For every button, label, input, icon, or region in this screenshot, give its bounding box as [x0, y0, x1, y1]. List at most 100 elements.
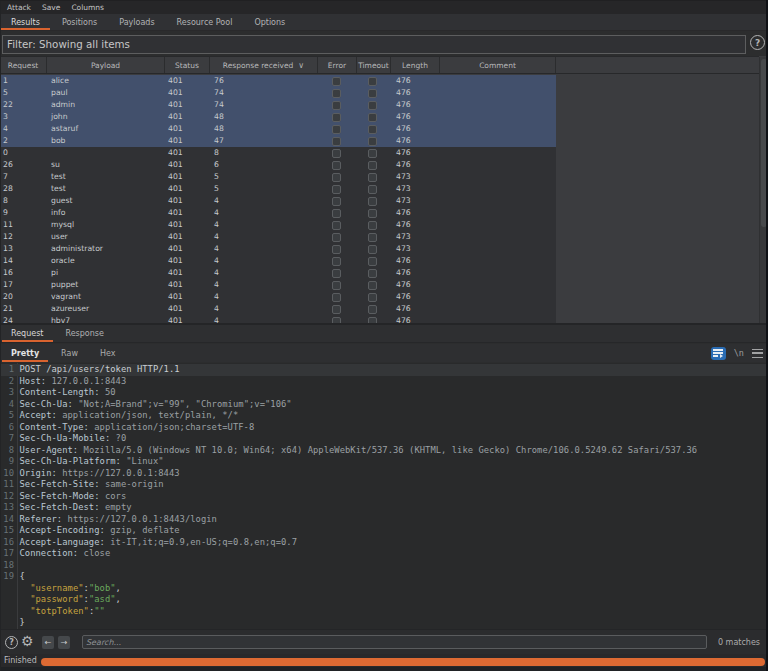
column-header-request[interactable]: Request: [0, 57, 47, 73]
filter-box[interactable]: Filter: Showing all items: [2, 35, 746, 54]
status-cell: 401: [168, 243, 183, 255]
search-help-icon[interactable]: ?: [5, 636, 18, 649]
timeout-checkbox[interactable]: [368, 209, 377, 218]
table-row[interactable]: 12user4014473: [0, 231, 556, 243]
timeout-checkbox[interactable]: [368, 101, 377, 110]
tab-response[interactable]: Response: [55, 325, 115, 342]
table-row[interactable]: 4astaruf40148476: [0, 123, 556, 135]
menu-columns[interactable]: Columns: [71, 3, 104, 12]
tab-request[interactable]: Request: [0, 325, 55, 342]
timeout-checkbox[interactable]: [368, 305, 377, 314]
payload-cell: admin: [51, 99, 75, 111]
next-match-button[interactable]: →: [58, 636, 70, 649]
table-row[interactable]: 22admin40174476: [0, 99, 556, 111]
tab-pretty[interactable]: Pretty: [0, 344, 50, 362]
column-header-length[interactable]: Length: [391, 57, 440, 73]
column-header-status[interactable]: Status: [165, 57, 210, 73]
timeout-checkbox[interactable]: [368, 137, 377, 146]
timeout-checkbox[interactable]: [368, 281, 377, 290]
error-checkbox[interactable]: [332, 101, 341, 110]
error-checkbox[interactable]: [332, 185, 341, 194]
error-checkbox[interactable]: [332, 173, 341, 182]
timeout-checkbox[interactable]: [368, 125, 377, 134]
timeout-checkbox[interactable]: [368, 197, 377, 206]
search-input[interactable]: Search...: [82, 635, 707, 649]
editor-menu-icon[interactable]: [752, 349, 763, 358]
error-checkbox[interactable]: [332, 89, 341, 98]
error-checkbox[interactable]: [332, 149, 341, 158]
menu-attack[interactable]: Attack: [7, 3, 31, 12]
table-row[interactable]: 20vagrant4014476: [0, 291, 556, 303]
column-header-timeout[interactable]: Timeout: [357, 57, 391, 73]
error-checkbox[interactable]: [332, 305, 341, 314]
error-checkbox[interactable]: [332, 161, 341, 170]
table-row[interactable]: 17puppet4014476: [0, 279, 556, 291]
error-checkbox[interactable]: [332, 77, 341, 86]
tab-options[interactable]: Options: [243, 14, 296, 30]
table-row[interactable]: 16pi4014476: [0, 267, 556, 279]
timeout-checkbox[interactable]: [368, 161, 377, 170]
timeout-checkbox[interactable]: [368, 257, 377, 266]
table-row[interactable]: 14oracle4014476: [0, 255, 556, 267]
timeout-checkbox[interactable]: [368, 113, 377, 122]
timeout-checkbox[interactable]: [368, 77, 377, 86]
status-cell: 401: [168, 75, 183, 87]
column-header-payload[interactable]: Payload: [47, 57, 165, 73]
previous-match-button[interactable]: ←: [42, 636, 54, 649]
column-header-error[interactable]: Error: [318, 57, 357, 73]
error-checkbox[interactable]: [332, 281, 341, 290]
line-number: 13: [0, 502, 14, 514]
timeout-checkbox[interactable]: [368, 293, 377, 302]
tab-resource-pool[interactable]: Resource Pool: [166, 14, 244, 30]
error-checkbox[interactable]: [332, 269, 341, 278]
column-header-response-received[interactable]: Response received∨: [210, 57, 318, 73]
error-checkbox[interactable]: [332, 113, 341, 122]
error-checkbox[interactable]: [332, 245, 341, 254]
token-name: Accept-Encoding:: [20, 525, 105, 535]
timeout-checkbox[interactable]: [368, 269, 377, 278]
table-row[interactable]: 9info4014476: [0, 207, 556, 219]
table-row[interactable]: 21azureuser4014476: [0, 303, 556, 315]
request-editor[interactable]: 1POST /api/users/token HTTP/1.12Host: 12…: [0, 363, 768, 629]
error-checkbox[interactable]: [332, 209, 341, 218]
menu-save[interactable]: Save: [42, 3, 60, 12]
table-row[interactable]: 3john40148476: [0, 111, 556, 123]
tab-positions[interactable]: Positions: [51, 14, 108, 30]
timeout-checkbox[interactable]: [368, 185, 377, 194]
filter-help-icon[interactable]: ?: [750, 35, 765, 50]
search-settings-icon[interactable]: ⚙: [21, 633, 34, 649]
tab-results[interactable]: Results: [0, 14, 51, 30]
error-checkbox[interactable]: [332, 233, 341, 242]
error-checkbox[interactable]: [332, 137, 341, 146]
timeout-checkbox[interactable]: [368, 245, 377, 254]
tab-hex[interactable]: Hex: [89, 344, 127, 362]
timeout-checkbox[interactable]: [368, 173, 377, 182]
table-row[interactable]: 2bob40147476: [0, 135, 556, 147]
table-row[interactable]: 26su4016476: [0, 159, 556, 171]
error-checkbox[interactable]: [332, 221, 341, 230]
show-newlines-icon[interactable]: \n: [734, 348, 744, 358]
error-checkbox[interactable]: [332, 125, 341, 134]
timeout-checkbox[interactable]: [368, 233, 377, 242]
table-row[interactable]: 04018476: [0, 147, 556, 159]
table-row[interactable]: 11mysql4014476: [0, 219, 556, 231]
response-received-cell: 48: [214, 111, 224, 123]
table-row[interactable]: 28test4015473: [0, 183, 556, 195]
table-row[interactable]: 13administrator4014473: [0, 243, 556, 255]
column-header-comment[interactable]: Comment: [440, 57, 556, 73]
timeout-checkbox[interactable]: [368, 221, 377, 230]
table-row[interactable]: 1alice40176476: [0, 75, 556, 87]
vertical-scrollbar[interactable]: [759, 57, 766, 323]
table-row[interactable]: 5paul40174476: [0, 87, 556, 99]
tab-raw[interactable]: Raw: [50, 344, 89, 362]
word-wrap-icon[interactable]: [711, 347, 726, 360]
error-checkbox[interactable]: [332, 197, 341, 206]
timeout-checkbox[interactable]: [368, 149, 377, 158]
tab-payloads[interactable]: Payloads: [108, 14, 165, 30]
table-row[interactable]: 7test4015473: [0, 171, 556, 183]
timeout-checkbox[interactable]: [368, 89, 377, 98]
error-checkbox[interactable]: [332, 293, 341, 302]
table-row[interactable]: 24hbv74014476: [0, 315, 556, 323]
table-row[interactable]: 8guest4014473: [0, 195, 556, 207]
error-checkbox[interactable]: [332, 257, 341, 266]
